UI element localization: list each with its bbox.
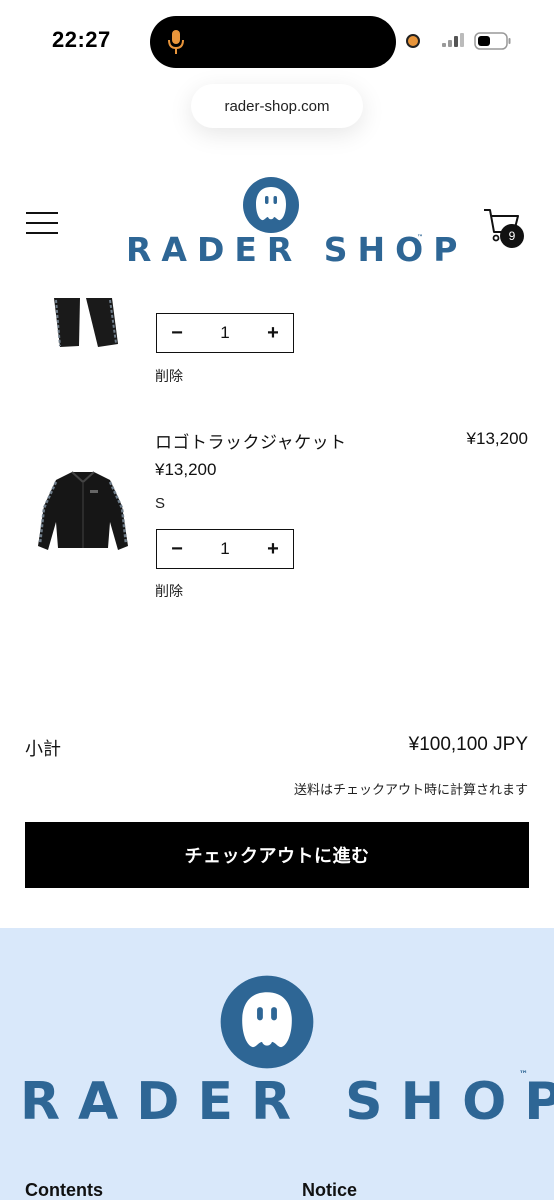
footer: RADER SHOP ™ Contents Notice [0, 928, 554, 1200]
logo-trademark: ™ [417, 234, 423, 241]
status-bar: 22:27 [0, 0, 554, 80]
footer-logo-trademark: ™ [519, 1070, 528, 1080]
dynamic-island [150, 16, 396, 68]
shop-logo[interactable]: RADER SHOP ™ [124, 176, 457, 272]
cellular-signal-icon [442, 33, 464, 47]
footer-heading-contents: Contents [25, 1180, 103, 1200]
item-title[interactable]: ロゴトラックジャケット [155, 428, 347, 453]
decrease-quantity-button[interactable]: − [169, 323, 185, 343]
subtotal-value: ¥100,100 JPY [408, 734, 528, 755]
remove-item-link[interactable]: 削除 [155, 366, 183, 386]
address-bar[interactable]: rader-shop.com [191, 84, 363, 128]
microphone-icon [168, 30, 184, 54]
footer-logo-face-icon [220, 975, 314, 1069]
cart-count-badge: 9 [500, 224, 524, 248]
increase-quantity-button[interactable]: + [265, 539, 281, 559]
shipping-note: 送料はチェックアウト時に計算されます [293, 783, 528, 798]
quantity-stepper: − 1 + [156, 529, 294, 569]
item-price: ¥13,200 [155, 460, 217, 479]
subtotal-label: 小計 [25, 739, 61, 760]
remove-item-link[interactable]: 削除 [155, 581, 183, 601]
quantity-stepper: − 1 + [156, 313, 294, 353]
quantity-value[interactable]: 1 [220, 323, 229, 343]
footer-logo-text: RADER SHOP [20, 1072, 554, 1132]
footer-heading-notice: Notice [302, 1180, 358, 1200]
battery-icon [474, 32, 511, 50]
quantity-value[interactable]: 1 [220, 539, 229, 559]
item-line-total: ¥13,200 [466, 429, 528, 448]
decrease-quantity-button[interactable]: − [169, 539, 185, 559]
checkout-button[interactable]: チェックアウトに進む [25, 822, 529, 888]
item-variant: S [155, 495, 166, 512]
increase-quantity-button[interactable]: + [265, 323, 281, 343]
item-image-jacket[interactable] [36, 464, 130, 558]
status-time: 22:27 [52, 27, 111, 52]
hamburger-menu-icon[interactable] [26, 210, 58, 236]
item-image-pants[interactable] [46, 298, 122, 350]
recording-dot-icon [406, 34, 420, 48]
logo-face-icon [243, 177, 299, 233]
